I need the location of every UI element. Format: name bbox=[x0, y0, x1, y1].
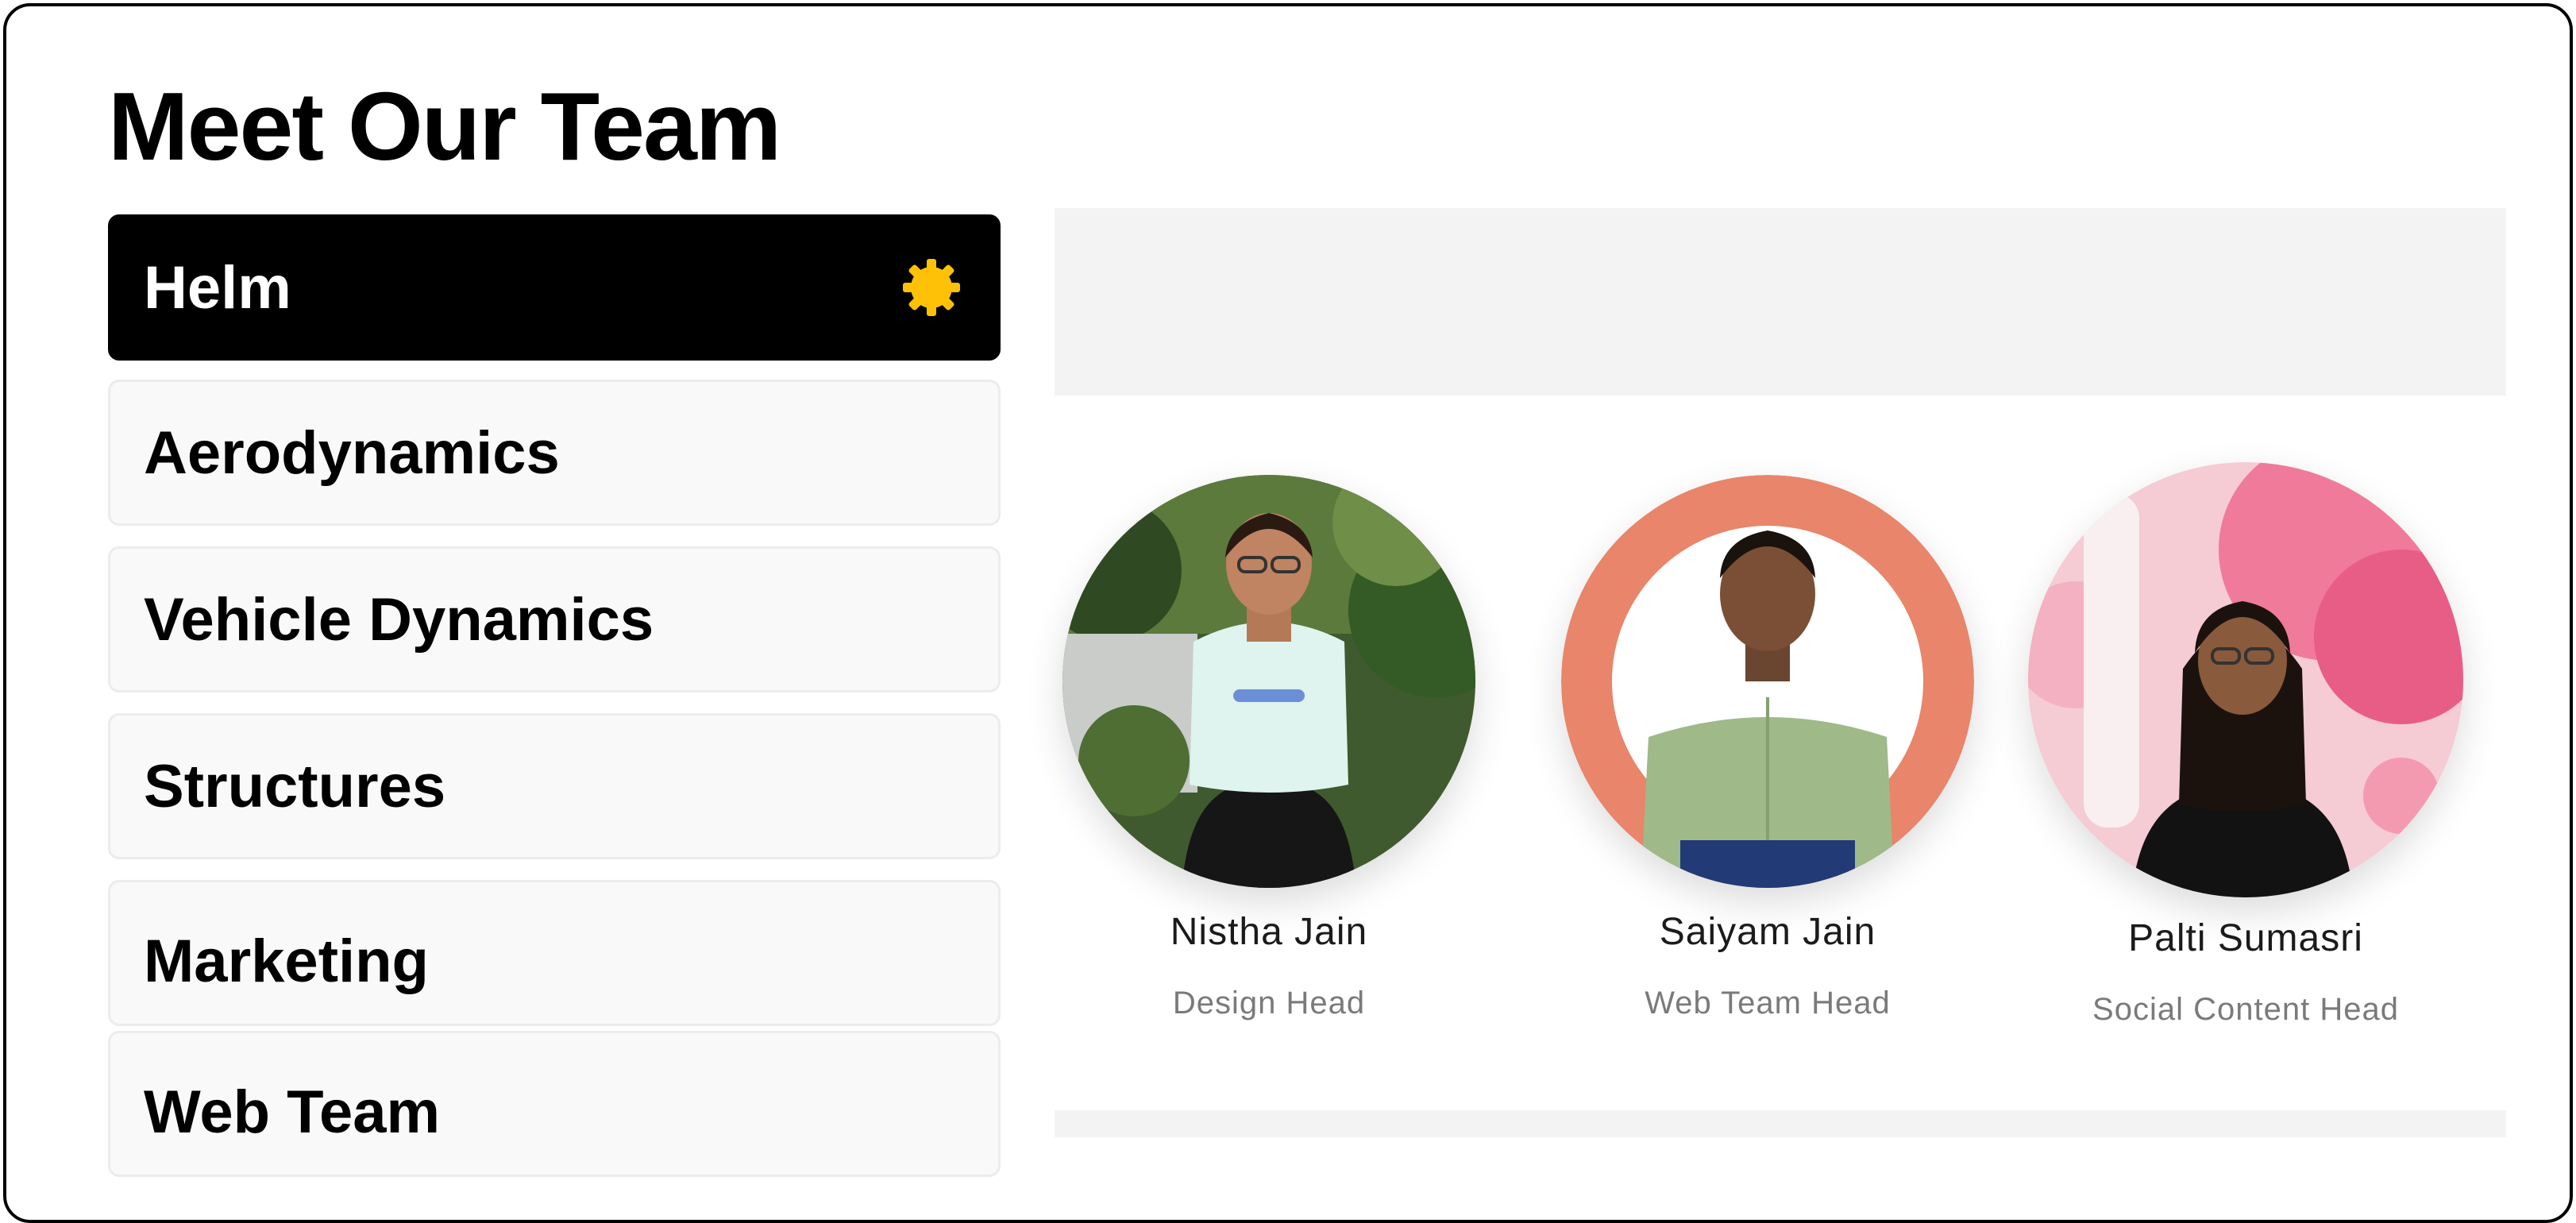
tab-label: Helm bbox=[144, 253, 291, 322]
tab-label: Vehicle Dynamics bbox=[144, 585, 654, 654]
tab-web-team[interactable]: Web Team bbox=[108, 1031, 1001, 1177]
member-name: Saiyam Jain bbox=[1659, 911, 1876, 953]
tab-label: Structures bbox=[144, 752, 446, 820]
team-card[interactable]: Palti Sumasri Social Content Head bbox=[2028, 462, 2463, 1028]
avatar bbox=[1561, 475, 1974, 888]
team-card[interactable]: Nistha Jain Design Head bbox=[1062, 475, 1475, 1021]
tab-label: Web Team bbox=[144, 1078, 441, 1146]
tab-aerodynamics[interactable]: Aerodynamics bbox=[108, 380, 1001, 526]
team-carousel: Nistha Jain Design Head Saiyam Jain Web … bbox=[1031, 395, 2566, 1110]
member-role: Web Team Head bbox=[1645, 986, 1891, 1020]
tab-marketing[interactable]: Marketing bbox=[108, 880, 1001, 1026]
avatar bbox=[2028, 462, 2463, 897]
tab-label: Marketing bbox=[144, 927, 429, 995]
member-name: Palti Sumasri bbox=[2128, 917, 2363, 959]
member-name: Nistha Jain bbox=[1170, 911, 1368, 953]
tab-vehicle-dynamics[interactable]: Vehicle Dynamics bbox=[108, 546, 1001, 693]
gear-icon bbox=[903, 259, 960, 316]
page-title: Meet Our Team bbox=[108, 72, 781, 180]
tab-structures[interactable]: Structures bbox=[108, 713, 1001, 859]
tab-helm[interactable]: Helm bbox=[108, 214, 1001, 361]
member-role: Social Content Head bbox=[2092, 992, 2399, 1027]
team-card[interactable]: Saiyam Jain Web Team Head bbox=[1561, 475, 1974, 1021]
avatar bbox=[1062, 475, 1475, 888]
team-section: Meet Our Team Helm Aerodynamics Vehicle … bbox=[3, 3, 2573, 1223]
member-role: Design Head bbox=[1172, 986, 1366, 1020]
tab-label: Aerodynamics bbox=[144, 419, 560, 487]
panel-header-band bbox=[1055, 208, 2506, 395]
